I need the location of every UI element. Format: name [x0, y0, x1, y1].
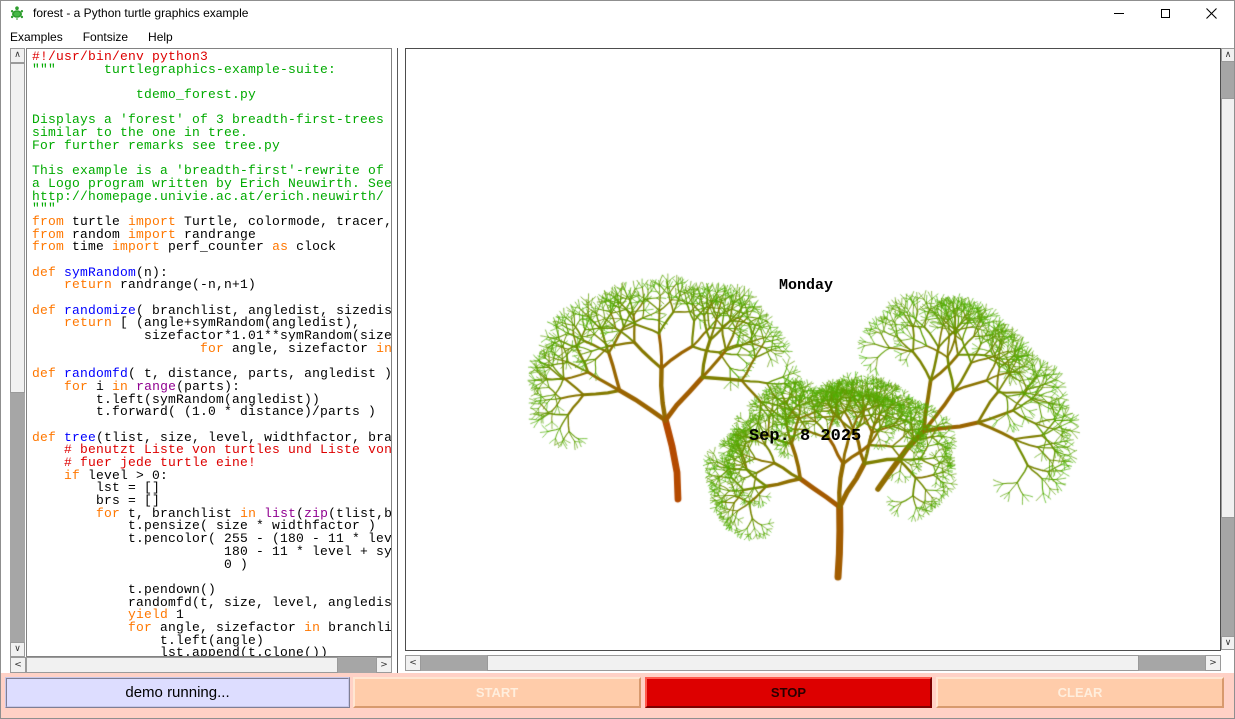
- code-line: """ turtlegraphics-example-suite:: [32, 64, 391, 77]
- turtle-app-icon: [9, 5, 25, 21]
- window-title: forest - a Python turtle graphics exampl…: [33, 6, 248, 20]
- clear-button[interactable]: CLEAR: [936, 677, 1224, 708]
- code-line: for angle, sizefactor in: [32, 343, 391, 356]
- code-editor[interactable]: #!/usr/bin/env python3""" turtlegraphics…: [26, 48, 392, 657]
- scroll-right-arrow[interactable]: >: [1205, 655, 1221, 671]
- menu-examples[interactable]: Examples: [0, 26, 73, 48]
- start-button[interactable]: START: [353, 677, 641, 708]
- editor-vscrollbar[interactable]: ∧ ∨: [10, 48, 25, 657]
- code-line: 0 ): [32, 559, 391, 572]
- editor-hscrollbar[interactable]: < >: [10, 657, 392, 673]
- maximize-icon: [1161, 9, 1170, 18]
- code-line: For further remarks see tree.py: [32, 140, 391, 153]
- scroll-up-arrow[interactable]: ∧: [10, 48, 25, 63]
- minimize-button[interactable]: [1096, 1, 1142, 26]
- canvas-vscroll-thumb[interactable]: [1221, 98, 1235, 518]
- code-line: tdemo_forest.py: [32, 89, 391, 102]
- canvas-text-label: Sep. 8 2025: [749, 427, 861, 446]
- bottom-bar: demo running... START STOP CLEAR: [0, 673, 1235, 719]
- editor-hscroll-thumb[interactable]: [26, 657, 338, 673]
- scroll-up-arrow[interactable]: ∧: [1221, 48, 1235, 62]
- scroll-right-arrow[interactable]: >: [376, 657, 392, 673]
- canvas-vscrollbar[interactable]: ∧ ∨: [1221, 48, 1235, 650]
- pane-divider: [397, 48, 398, 673]
- title-bar: forest - a Python turtle graphics exampl…: [0, 0, 1235, 26]
- code-line: from time import perf_counter as clock: [32, 241, 391, 254]
- canvas-hscroll-thumb[interactable]: [487, 655, 1139, 671]
- scroll-left-arrow[interactable]: <: [10, 657, 26, 673]
- status-label: demo running...: [5, 677, 350, 708]
- turtle-canvas: [406, 49, 1220, 650]
- stop-button[interactable]: STOP: [645, 677, 932, 708]
- menu-bar: Examples Fontsize Help: [0, 26, 1235, 48]
- scroll-left-arrow[interactable]: <: [405, 655, 421, 671]
- maximize-button[interactable]: [1142, 1, 1188, 26]
- editor-vscroll-thumb[interactable]: [10, 63, 25, 393]
- canvas-hscrollbar[interactable]: < >: [405, 655, 1221, 671]
- code-line: t.forward( (1.0 * distance)/parts ): [32, 406, 391, 419]
- scroll-down-arrow[interactable]: ∨: [10, 642, 25, 657]
- canvas-text-label: Monday: [779, 277, 833, 294]
- close-icon: [1206, 8, 1217, 19]
- close-button[interactable]: [1188, 1, 1234, 26]
- scroll-down-arrow[interactable]: ∨: [1221, 636, 1235, 650]
- code-line: lst.append(t.clone()): [32, 647, 391, 657]
- menu-help[interactable]: Help: [138, 26, 183, 48]
- minimize-icon: [1114, 13, 1124, 14]
- menu-fontsize[interactable]: Fontsize: [73, 26, 138, 48]
- code-line: http://homepage.univie.ac.at/erich.neuwi…: [32, 191, 391, 204]
- turtle-canvas-frame: Monday Sep. 8 2025: [405, 48, 1221, 651]
- code-line: return randrange(-n,n+1): [32, 279, 391, 292]
